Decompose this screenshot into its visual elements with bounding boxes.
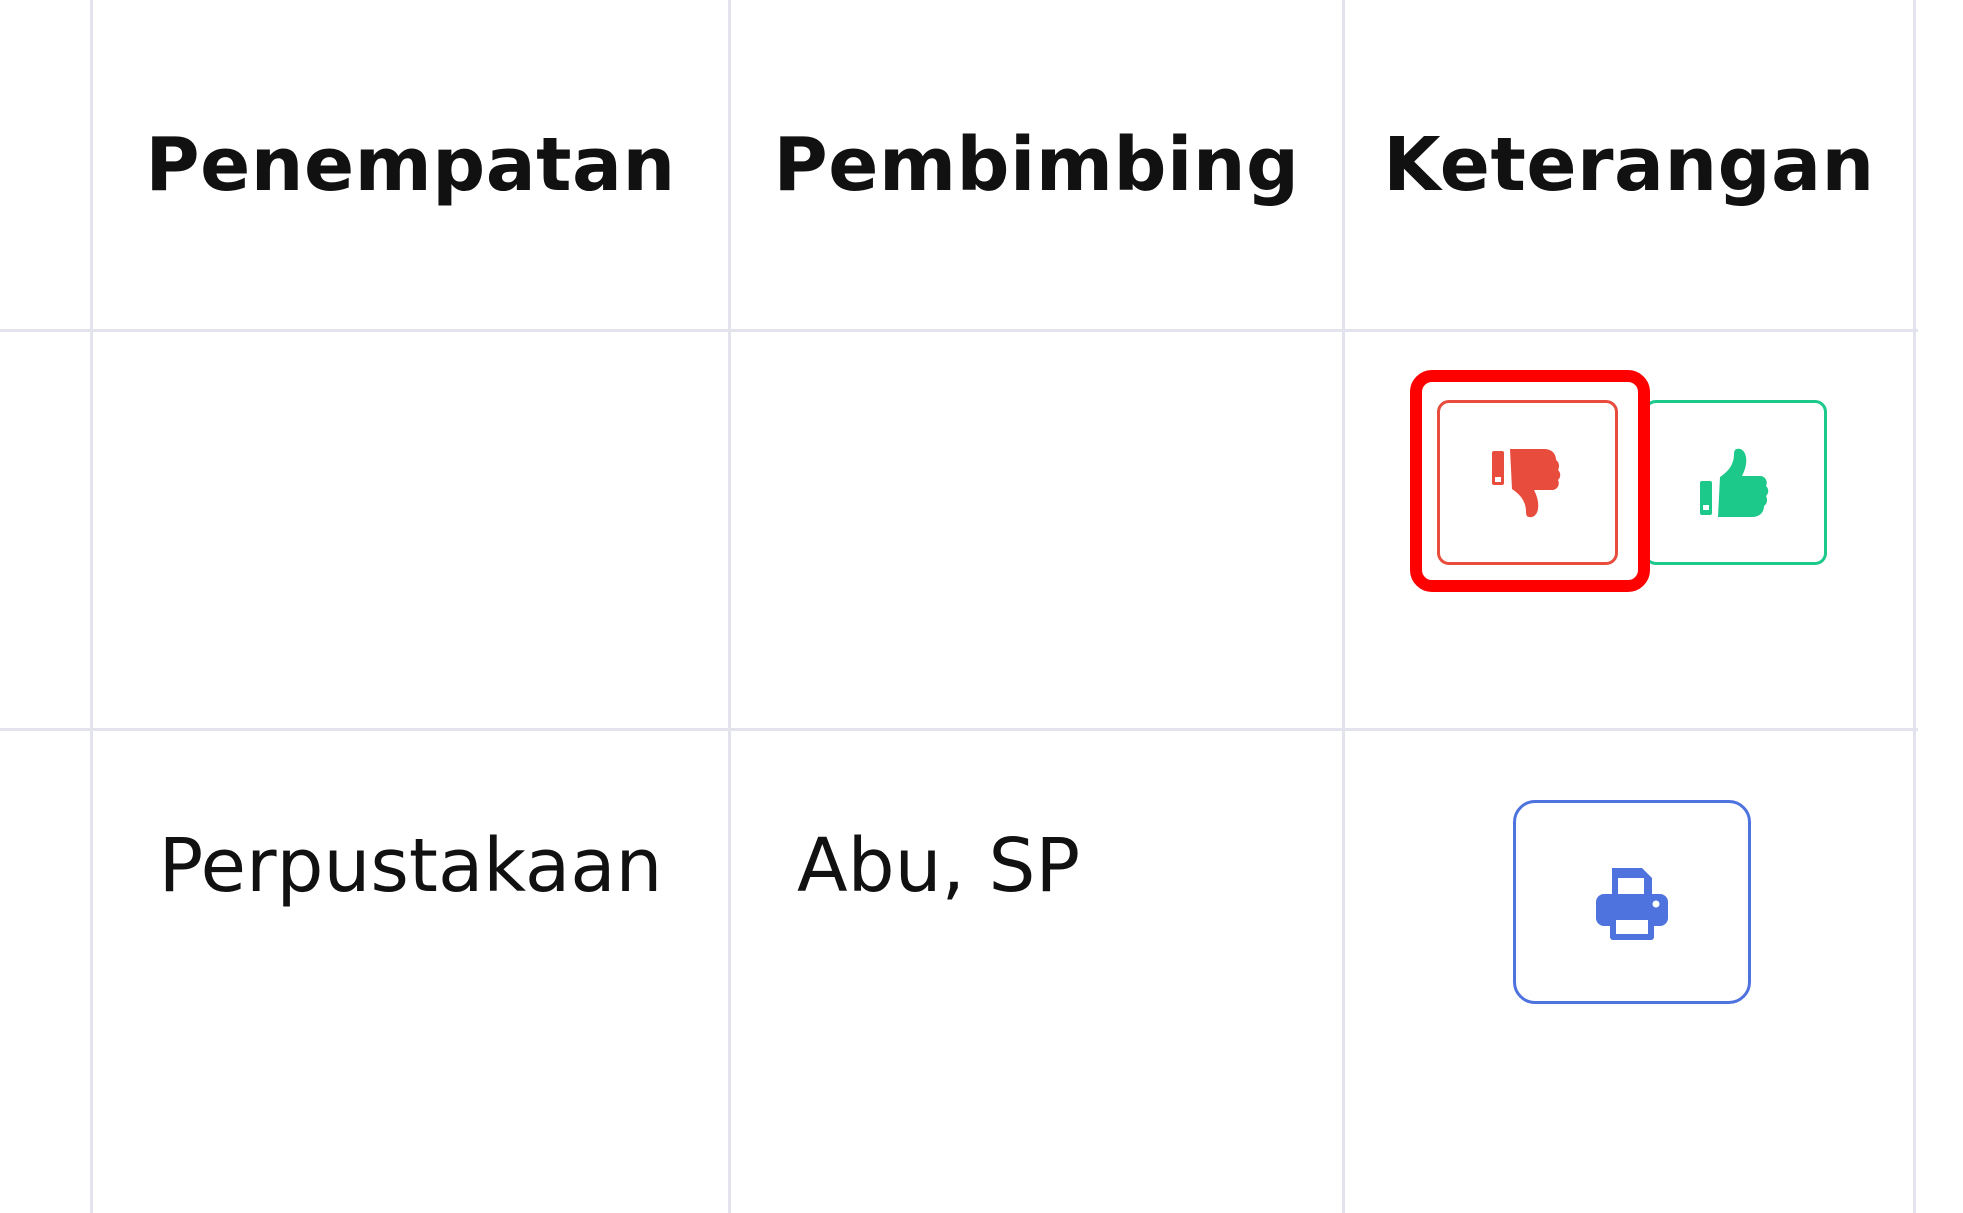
data-table: Penempatan Pembimbing Keterangan Perpust… [0, 0, 1963, 1213]
header-keterangan: Keterangan [1383, 122, 1875, 208]
approve-button[interactable] [1644, 400, 1827, 565]
thumbs-down-icon [1491, 448, 1560, 517]
cell-penempatan [93, 332, 728, 728]
reject-button[interactable] [1437, 400, 1618, 565]
column-divider [1913, 0, 1916, 1213]
header-penempatan: Penempatan [145, 122, 676, 208]
header-pembimbing: Pembimbing [773, 122, 1300, 208]
cell-pembimbing: Abu, SP [797, 823, 1081, 909]
printer-icon [1596, 868, 1668, 940]
cell-pembimbing [731, 332, 1342, 728]
row-divider [0, 728, 1918, 731]
cell-penempatan: Perpustakaan [158, 823, 663, 909]
thumbs-up-icon [1699, 448, 1768, 517]
print-button[interactable] [1513, 800, 1751, 1004]
